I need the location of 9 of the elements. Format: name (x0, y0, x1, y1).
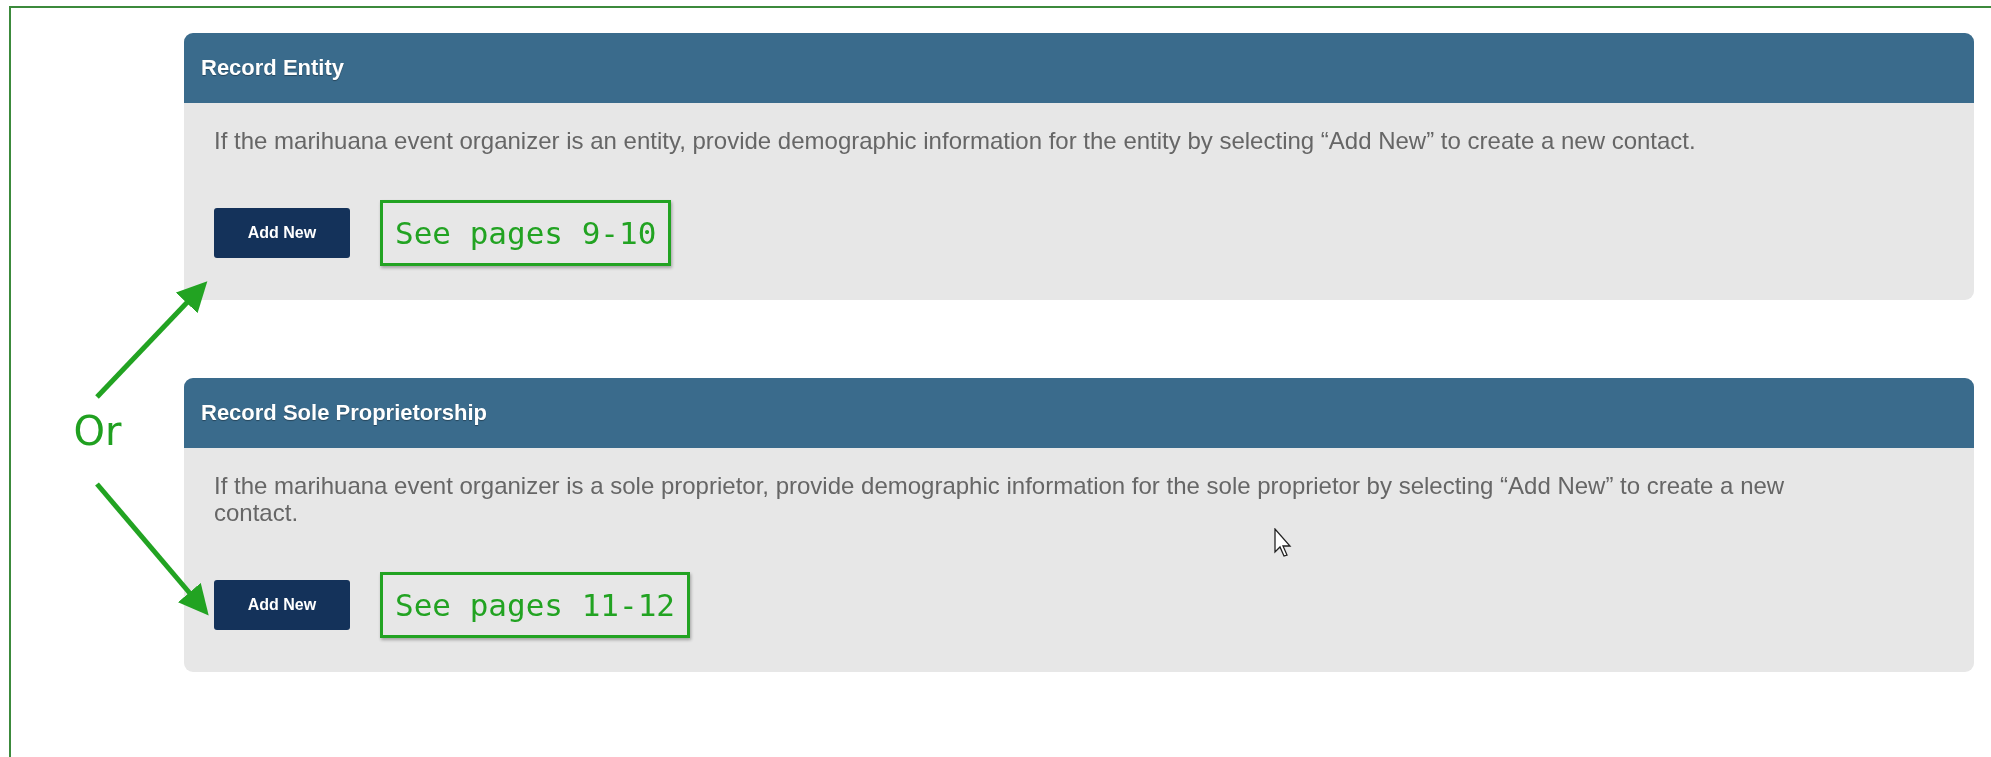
panel-title: Record Entity (201, 55, 345, 81)
add-new-button[interactable]: Add New (214, 208, 350, 258)
or-label: Or (73, 408, 122, 454)
add-new-button[interactable]: Add New (214, 580, 350, 630)
panel-title: Record Sole Proprietorship (201, 400, 488, 426)
page-reference-callout: See pages 9-10 (380, 200, 672, 266)
page-reference-callout: See pages 11-12 (380, 572, 690, 638)
panel-description: If the marihuana event organizer is a sole proprietor, provide demographic information for the sole proprietor by selecting “Add New” to create a new contact. (214, 472, 1786, 526)
panel-description: If the marihuana event organizer is an entity, provide demographic information for the entity by selecting “Add New” to create a new contact. (214, 127, 1697, 154)
